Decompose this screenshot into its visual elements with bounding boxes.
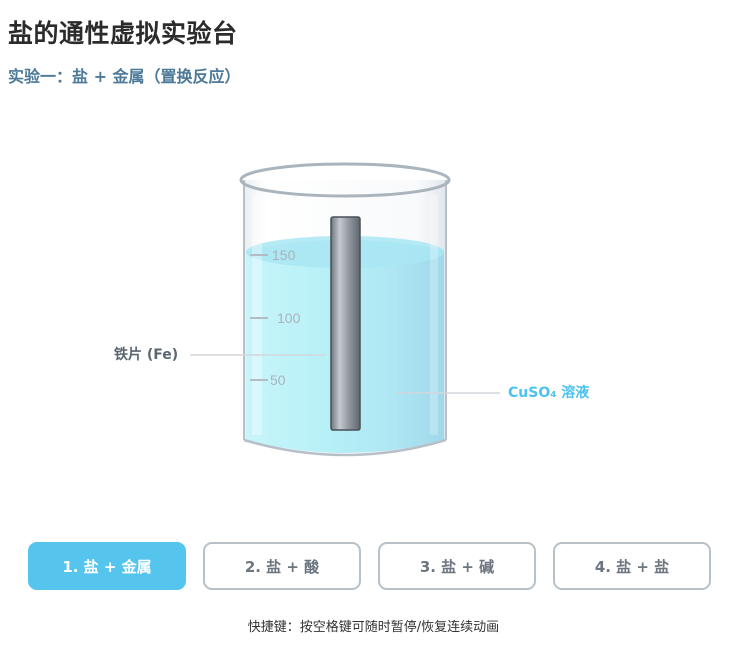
metal-label: 铁片 (Fe) <box>114 346 178 363</box>
shortcut-hint: 快捷键：按空格键可随时暂停/恢复连续动画 <box>247 620 500 635</box>
experiment-tabs: 1. 盐 + 金属 2. 盐 + 酸 3. 盐 + 碱 4. 盐 + 盐 <box>28 542 712 590</box>
tab-salt-salt[interactable]: 4. 盐 + 盐 <box>553 542 711 590</box>
iron-strip <box>330 216 361 431</box>
scale-label-50: 50 <box>270 372 286 388</box>
solution-label: CuSO₄ 溶液 <box>508 384 590 401</box>
scale-label-150: 150 <box>272 247 296 263</box>
tab-salt-metal[interactable]: 1. 盐 + 金属 <box>28 542 186 590</box>
scale-label-100: 100 <box>277 310 301 326</box>
beaker-illustration: 150 100 50 铁片 (Fe) CuSO₄ 溶液 <box>114 162 590 457</box>
tab-salt-acid[interactable]: 2. 盐 + 酸 <box>203 542 361 590</box>
tab-salt-base[interactable]: 3. 盐 + 碱 <box>378 542 536 590</box>
experiment-stage: 150 100 50 铁片 (Fe) CuSO₄ 溶液 <box>0 0 747 520</box>
